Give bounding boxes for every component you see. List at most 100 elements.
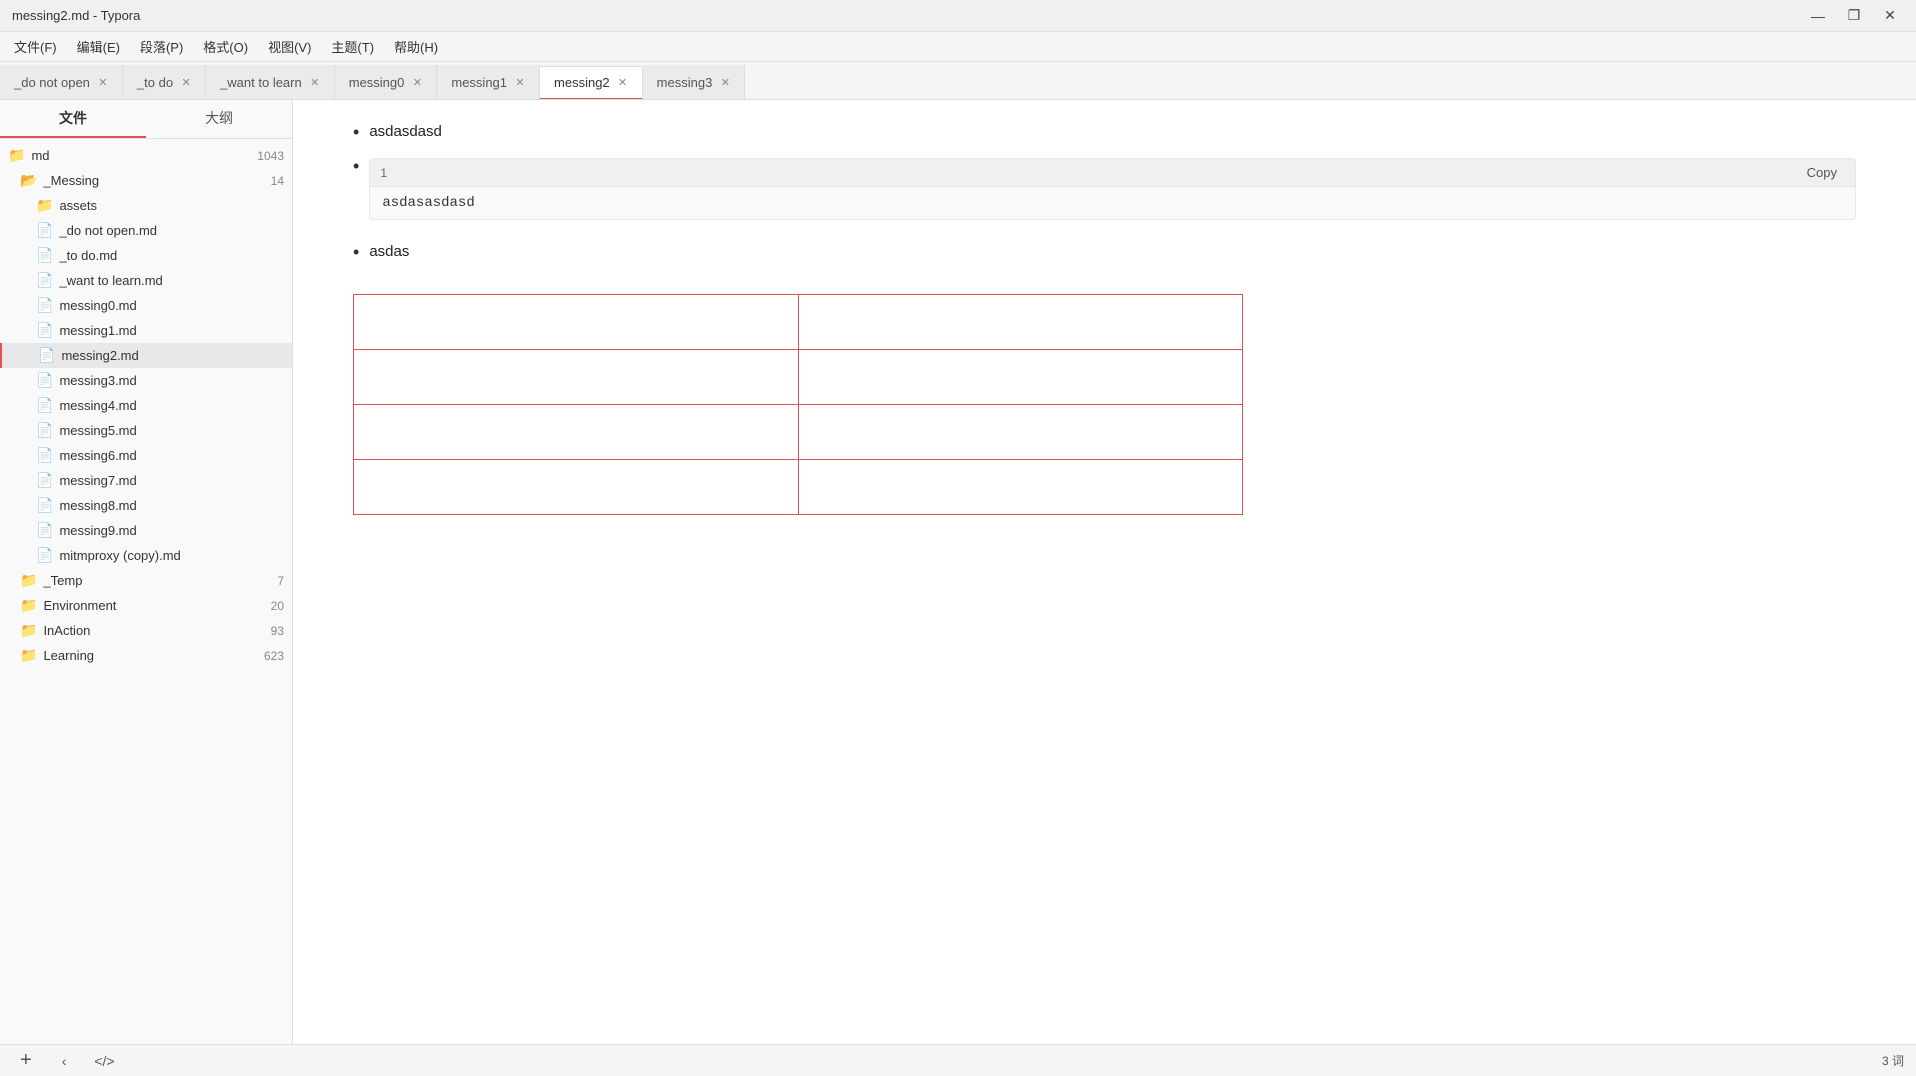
tab-close-messing0[interactable]: ✕ — [410, 75, 424, 89]
sidebar-item-do-not-open[interactable]: 📄 _do not open.md — [0, 218, 292, 243]
tab-close-messing1[interactable]: ✕ — [513, 75, 527, 89]
file-icon: 📄 — [36, 372, 53, 389]
sidebar-item-learning[interactable]: 📁 Learning 623 — [0, 643, 292, 668]
tabbar: _do not open ✕ _to do ✕ _want to learn ✕… — [0, 62, 1916, 100]
sidebar-item-want-to-learn[interactable]: 📄 _want to learn.md — [0, 268, 292, 293]
close-button[interactable]: ✕ — [1876, 6, 1904, 26]
tab-messing1[interactable]: messing1 ✕ — [437, 65, 540, 99]
tab-messing0[interactable]: messing0 ✕ — [335, 65, 438, 99]
sidebar-item-messing3[interactable]: 📄 messing3.md — [0, 368, 292, 393]
sidebar-item-assets[interactable]: 📁 assets — [0, 193, 292, 218]
table-row — [354, 460, 1243, 515]
sidebar-item-messing8[interactable]: 📄 messing8.md — [0, 493, 292, 518]
table-cell[interactable] — [354, 295, 799, 350]
sidebar-item-to-do[interactable]: 📄 _to do.md — [0, 243, 292, 268]
menu-edit[interactable]: 编辑(E) — [67, 33, 130, 60]
tab-close-want-to-learn[interactable]: ✕ — [308, 75, 322, 89]
file-icon: 📄 — [36, 522, 53, 539]
folder-icon: 📁 — [20, 647, 37, 664]
bottombar: + ‹ </> 3 词 — [0, 1044, 1916, 1076]
code-block-header: 1 Copy — [370, 159, 1855, 187]
bullet-text-1: asdasdasd — [369, 120, 442, 144]
tab-close-to-do[interactable]: ✕ — [179, 75, 193, 89]
folder-icon: 📁 — [20, 622, 37, 639]
folder-icon: 📁 — [20, 597, 37, 614]
tab-messing3[interactable]: messing3 ✕ — [643, 65, 746, 99]
file-icon: 📄 — [36, 447, 53, 464]
bullet-dot-1: • — [353, 122, 359, 143]
file-icon: 📄 — [36, 547, 53, 564]
code-content[interactable]: asdasasdasd — [370, 187, 1855, 219]
file-icon: 📄 — [38, 347, 55, 364]
menu-view[interactable]: 视图(V) — [258, 33, 321, 60]
table-cell[interactable] — [798, 350, 1243, 405]
add-button[interactable]: + — [12, 1049, 40, 1072]
md-table[interactable] — [353, 294, 1243, 515]
sidebar-item-environment[interactable]: 📁 Environment 20 — [0, 593, 292, 618]
table-cell[interactable] — [798, 460, 1243, 515]
sidebar-item-messing2[interactable]: 📄 messing2.md — [0, 343, 292, 368]
tab-close-do-not-open[interactable]: ✕ — [96, 75, 110, 89]
table-cell[interactable] — [354, 405, 799, 460]
table-cell[interactable] — [798, 405, 1243, 460]
titlebar: messing2.md - Typora — ❐ ✕ — [0, 0, 1916, 32]
editor-area[interactable]: • asdasdasd • 1 Copy asdasasdasd • asdas — [293, 100, 1916, 1044]
sidebar-item-temp[interactable]: 📁 _Temp 7 — [0, 568, 292, 593]
sidebar-item-mitmproxy[interactable]: 📄 mitmproxy (copy).md — [0, 543, 292, 568]
bullet-dot-2: • — [353, 156, 359, 177]
tab-messing2[interactable]: messing2 ✕ — [540, 66, 643, 100]
file-icon: 📄 — [36, 297, 53, 314]
nav-prev-button[interactable]: ‹ — [56, 1051, 73, 1071]
file-icon: 📄 — [36, 397, 53, 414]
window-title: messing2.md - Typora — [12, 8, 1804, 23]
file-icon: 📄 — [36, 497, 53, 514]
code-line-number: 1 — [380, 166, 387, 180]
table-cell[interactable] — [354, 350, 799, 405]
maximize-button[interactable]: ❐ — [1840, 6, 1868, 26]
table-cell[interactable] — [354, 460, 799, 515]
file-icon: 📄 — [36, 322, 53, 339]
tab-want-to-learn[interactable]: _want to learn ✕ — [206, 65, 335, 99]
sidebar-item-messing5[interactable]: 📄 messing5.md — [0, 418, 292, 443]
nav-code-button[interactable]: </> — [88, 1051, 120, 1071]
tab-to-do[interactable]: _to do ✕ — [123, 65, 206, 99]
table-cell[interactable] — [798, 295, 1243, 350]
sidebar-item-messing7[interactable]: 📄 messing7.md — [0, 468, 292, 493]
sidebar-item-messing6[interactable]: 📄 messing6.md — [0, 443, 292, 468]
sidebar-item-inaction[interactable]: 📁 InAction 93 — [0, 618, 292, 643]
sidebar-item-messing9[interactable]: 📄 messing9.md — [0, 518, 292, 543]
word-count: 3 词 — [1882, 1052, 1904, 1069]
sidebar-item-messing[interactable]: 📂 _Messing 14 — [0, 168, 292, 193]
minimize-button[interactable]: — — [1804, 6, 1832, 26]
menu-theme[interactable]: 主题(T) — [321, 33, 384, 60]
menu-help[interactable]: 帮助(H) — [384, 33, 448, 60]
code-bullet-wrapper: • 1 Copy asdasasdasd — [353, 154, 1856, 230]
sidebar-tab-files[interactable]: 文件 — [0, 100, 146, 138]
folder-icon: 📁 — [20, 572, 37, 589]
bullet-text-2: asdas — [369, 240, 409, 264]
bullet-item-1: • asdasdasd — [353, 120, 1856, 144]
bottombar-right: 3 词 — [1882, 1052, 1904, 1069]
table-row — [354, 405, 1243, 460]
table-container — [353, 294, 1856, 515]
sidebar-item-messing0[interactable]: 📄 messing0.md — [0, 293, 292, 318]
code-block-container: 1 Copy asdasasdasd — [369, 154, 1856, 230]
tab-close-messing2[interactable]: ✕ — [616, 76, 630, 90]
bullet-dot-3: • — [353, 242, 359, 263]
table-row — [354, 295, 1243, 350]
table-row — [354, 350, 1243, 405]
window-controls: — ❐ ✕ — [1804, 6, 1904, 26]
sidebar-item-messing4[interactable]: 📄 messing4.md — [0, 393, 292, 418]
menubar: 文件(F) 编辑(E) 段落(P) 格式(O) 视图(V) 主题(T) 帮助(H… — [0, 32, 1916, 62]
menu-paragraph[interactable]: 段落(P) — [130, 33, 193, 60]
sidebar-tab-outline[interactable]: 大纲 — [146, 100, 292, 138]
tab-close-messing3[interactable]: ✕ — [718, 75, 732, 89]
menu-file[interactable]: 文件(F) — [4, 33, 67, 60]
sidebar-item-md[interactable]: 📁 md 1043 — [0, 143, 292, 168]
copy-button[interactable]: Copy — [1799, 163, 1845, 182]
sidebar-item-messing1[interactable]: 📄 messing1.md — [0, 318, 292, 343]
folder-open-icon: 📂 — [20, 172, 37, 189]
tab-do-not-open[interactable]: _do not open ✕ — [0, 65, 123, 99]
menu-format[interactable]: 格式(O) — [193, 33, 258, 60]
file-icon: 📄 — [36, 422, 53, 439]
